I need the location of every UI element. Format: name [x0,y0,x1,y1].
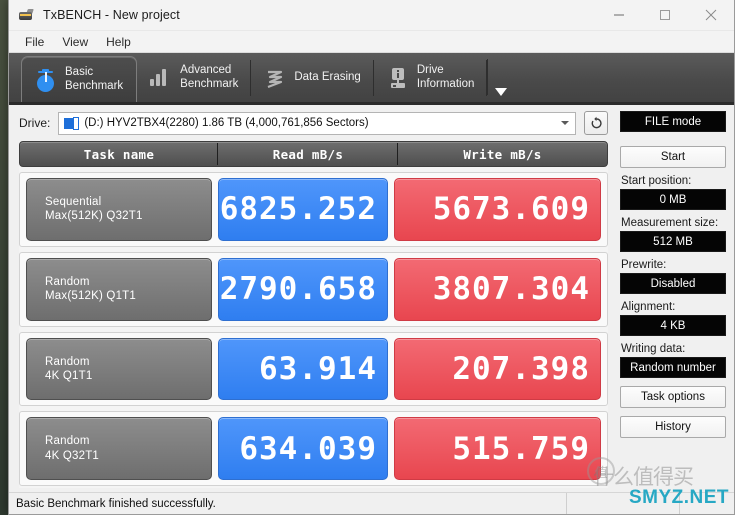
column-header-read: Read mB/s [218,142,398,165]
column-header-write: Write mB/s [463,146,542,162]
stopwatch-icon [35,67,57,93]
tab-overflow-button[interactable] [487,53,515,102]
tab-drive-line2: Information [416,77,475,90]
results-header: Task name Read mB/s Write mB/s [19,141,608,167]
alignment-label: Alignment: [621,301,676,313]
read-value: 634.039 [218,417,388,480]
tab-basic-benchmark[interactable]: Basic Benchmark [21,56,138,102]
read-value: 63.914 [218,337,388,401]
status-bar: Basic Benchmark finished successfully. [9,492,734,514]
table-row[interactable]: Random Max(512K) Q1T1 2790.658 3807.304 [19,251,608,327]
task-line2: Max(512K) Q32T1 [45,210,143,223]
status-message: Basic Benchmark finished successfully. [9,493,567,514]
column-header-task-name: Task name [20,142,218,165]
tab-drive-information[interactable]: Drive Information [374,53,488,102]
menu-help[interactable]: Help [97,33,140,51]
drive-selected-value: (D:) HYV2TBX4(2280) 1.86 TB (4,000,761,8… [84,117,369,129]
task-line1: Random [45,275,90,288]
task-line1: Sequential [45,196,102,208]
tab-basic-line2: Benchmark [65,79,124,92]
close-icon[interactable] [688,0,734,31]
tab-data-erasing[interactable]: Data Erasing [251,53,374,102]
menu-file[interactable]: File [16,33,53,51]
drive-info-icon [387,65,409,91]
start-position-label: Start position: [621,175,692,187]
file-mode-indicator[interactable]: FILE mode [620,111,726,132]
menu-view[interactable]: View [53,33,97,51]
tab-advanced-line1: Advanced [180,63,232,76]
results-table: Task name Read mB/s Write mB/s Sequentia… [19,141,608,488]
measurement-size-label: Measurement size: [621,217,719,229]
refresh-button[interactable] [584,111,608,135]
tab-advanced-line2: Benchmark [180,77,239,90]
read-value: 2790.658 [218,257,388,321]
chevron-down-icon [561,121,569,125]
task-options-button[interactable]: Task options [620,386,726,408]
measurement-size-value[interactable]: 512 MB [620,231,726,252]
tab-drive-line1: Drive [416,63,444,76]
disk-icon [64,116,80,130]
task-line1: Random [45,435,90,448]
write-value: 515.759 [394,417,601,480]
right-sidebar: FILE mode Start Start position: 0 MB Mea… [616,105,734,492]
chevron-down-icon [495,88,508,96]
task-name-cell: Random 4K Q1T1 [26,337,212,401]
shredder-icon [264,65,286,91]
window-title: TxBENCH - New project [43,8,180,22]
window-controls [596,0,734,31]
table-row[interactable]: Sequential Max(512K) Q32T1 6825.252 5673… [19,172,608,247]
write-value: 3807.304 [394,257,601,321]
tab-data-erasing-label: Data Erasing [294,70,361,83]
drive-label: Drive: [19,116,51,130]
txbench-window: TxBENCH - New project File View Help Bas… [8,0,735,515]
task-name-cell: Sequential Max(512K) Q32T1 [26,178,212,241]
read-value: 6825.252 [218,178,388,241]
writing-data-label: Writing data: [621,343,686,355]
write-value: 207.398 [394,337,601,401]
task-line2: 4K Q32T1 [45,449,100,462]
table-row[interactable]: Random 4K Q32T1 634.039 515.759 [19,411,608,486]
table-row[interactable]: Random 4K Q1T1 63.914 207.398 [19,331,608,407]
writing-data-value[interactable]: Random number [620,357,726,378]
main-body: Drive: (D:) HYV2TBX4(2280) 1.86 TB (4,00… [9,105,734,492]
task-name-cell: Random Max(512K) Q1T1 [26,257,212,321]
start-position-value[interactable]: 0 MB [620,189,726,210]
task-line2: Max(512K) Q1T1 [45,290,136,303]
maximize-icon[interactable] [642,0,688,31]
prewrite-label: Prewrite: [621,259,667,271]
task-line1: Random [45,355,90,368]
menu-bar: File View Help [9,31,734,53]
status-pane-3 [680,493,734,514]
task-name-cell: Random 4K Q32T1 [26,417,212,480]
drive-select[interactable]: (D:) HYV2TBX4(2280) 1.86 TB (4,000,761,8… [58,111,576,135]
tab-advanced-benchmark[interactable]: Advanced Benchmark [137,53,252,102]
minimize-icon[interactable] [596,0,642,31]
write-value: 5673.609 [394,178,601,241]
title-bar: TxBENCH - New project [9,0,734,31]
task-line2: 4K Q1T1 [45,369,93,382]
alignment-value[interactable]: 4 KB [620,315,726,336]
status-pane-2 [567,493,680,514]
left-column: Drive: (D:) HYV2TBX4(2280) 1.86 TB (4,00… [9,105,616,492]
usb-drive-icon [18,7,34,23]
start-button[interactable]: Start [620,146,726,168]
drive-row: Drive: (D:) HYV2TBX4(2280) 1.86 TB (4,00… [9,105,616,141]
prewrite-value[interactable]: Disabled [620,273,726,294]
bar-chart-icon [150,65,172,91]
history-button[interactable]: History [620,416,726,438]
tab-strip: Basic Benchmark Advanced Benchmark Data … [9,53,734,105]
refresh-icon [591,116,602,128]
tab-basic-line1: Basic [65,65,94,78]
